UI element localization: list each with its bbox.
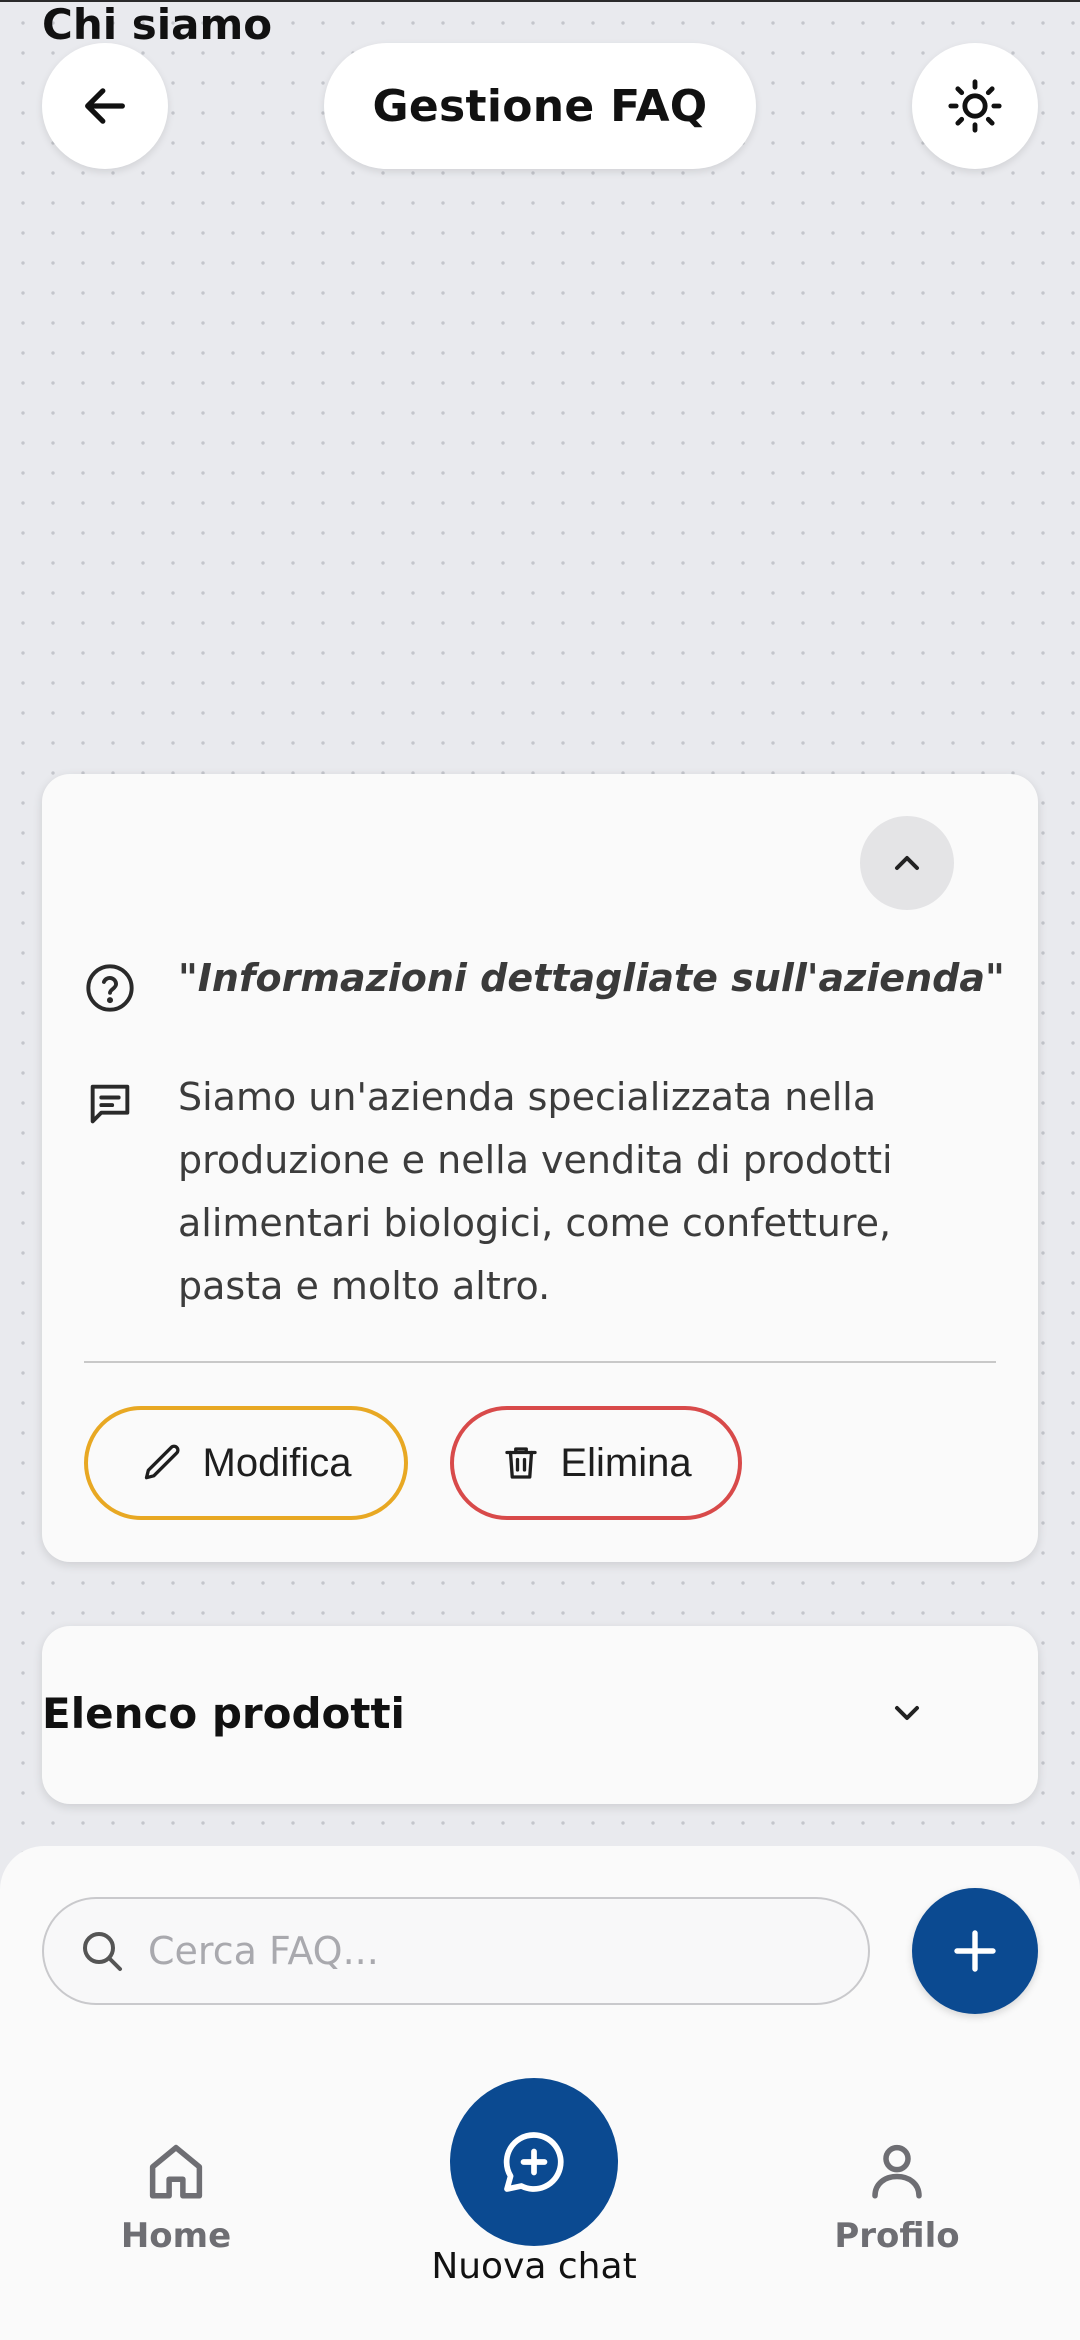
new-chat-button[interactable] — [450, 2078, 618, 2246]
arrow-left-icon — [85, 88, 125, 124]
home-icon — [149, 2144, 203, 2199]
delete-button-label: Elimina — [560, 1440, 692, 1485]
theme-toggle-button[interactable] — [912, 43, 1038, 169]
chevron-up-icon — [895, 856, 919, 870]
add-faq-button[interactable] — [912, 1888, 1038, 2014]
faq-answer: Siamo un'azienda specializzata nella pro… — [178, 1075, 893, 1308]
back-button[interactable] — [42, 43, 168, 169]
pencil-icon — [144, 1444, 180, 1480]
faq-question: "Informazioni dettagliate sull'azienda" — [178, 956, 1005, 1000]
search-bar[interactable] — [42, 1897, 870, 2005]
new-chat-label: Nuova chat — [431, 2246, 637, 2287]
chat-plus-icon — [503, 2132, 564, 2192]
delete-button[interactable]: Elimina — [450, 1406, 742, 1520]
search-icon — [83, 1932, 122, 1971]
page-title-pill: Gestione FAQ — [324, 43, 756, 169]
nav-profile-label: Profilo — [834, 2216, 960, 2256]
sun-icon — [948, 79, 1002, 133]
trash-icon — [505, 1447, 538, 1479]
divider — [84, 1361, 996, 1363]
nav-profile[interactable]: Profilo — [832, 2138, 962, 2256]
expand-button[interactable] — [860, 1666, 954, 1760]
faq-title[interactable]: Chi siamo — [42, 0, 272, 49]
nav-home[interactable]: Home — [116, 2138, 236, 2256]
edit-button[interactable]: Modifica — [84, 1406, 408, 1520]
help-circle-icon — [86, 964, 134, 1012]
page-title: Gestione FAQ — [372, 80, 708, 132]
user-icon — [872, 2144, 922, 2199]
search-input[interactable] — [148, 1929, 828, 1973]
nav-home-label: Home — [120, 2216, 232, 2256]
message-square-icon — [90, 1084, 130, 1124]
plus-icon — [954, 1930, 996, 1972]
chevron-down-icon — [895, 1706, 919, 1720]
edit-button-label: Modifica — [202, 1440, 352, 1485]
faq-title[interactable]: Elenco prodotti — [42, 1689, 405, 1738]
collapse-button[interactable] — [860, 816, 954, 910]
